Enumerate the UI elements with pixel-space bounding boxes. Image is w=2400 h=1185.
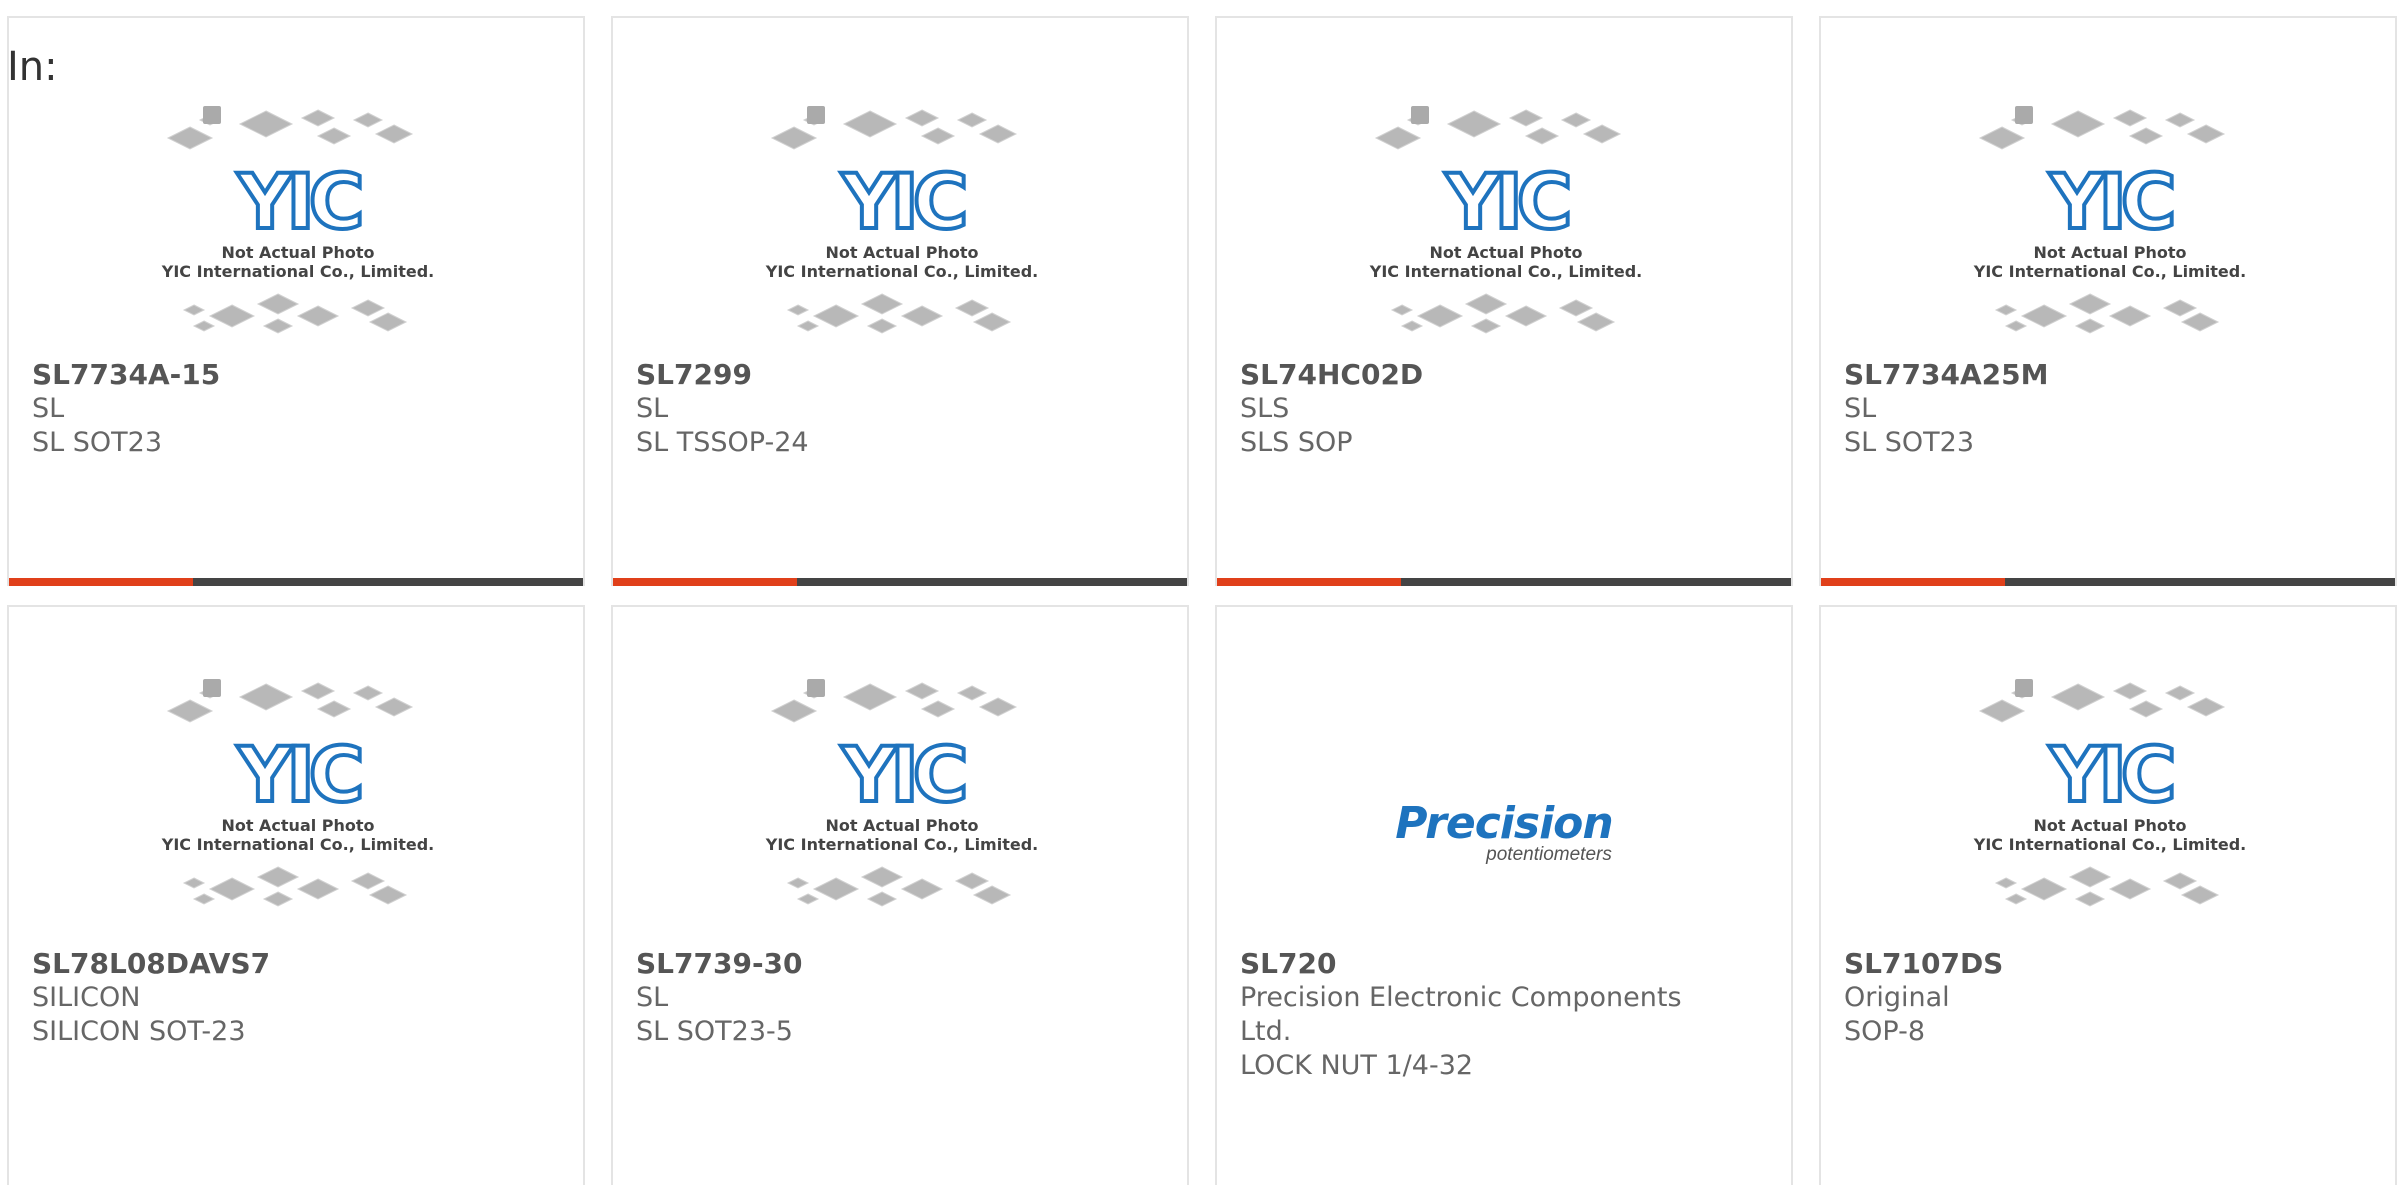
description: LOCK NUT 1/4-32 [1240,1050,1474,1081]
card-footer-bar [1821,578,2395,586]
placeholder-caption: Not Actual Photo [221,243,374,262]
part-number[interactable]: SL720 [1240,947,1771,981]
product-card[interactable]: YIC Not Actual Photo YIC International Co.… [611,16,1189,586]
chip-cluster-bottom [1390,293,1616,334]
chip-cluster-top [1978,106,2226,150]
card-accent-bar [1217,578,1401,586]
product-grid: YIC Not Actual Photo YIC International Co.… [0,0,2400,1185]
package: SL SOT23 [32,427,163,458]
package: SL SOT23-5 [636,1016,793,1047]
chip-cluster-top [166,106,414,150]
product-card[interactable]: YIC Not Actual Photo YIC International Co.… [1215,16,1793,586]
yic-logo: YIC [1444,157,1567,246]
placeholder-caption: Not Actual Photo [2033,243,2186,262]
placeholder-company: YIC International Co., Limited. [1973,262,2246,281]
package: SILICON SOT-23 [32,1016,246,1047]
manufacturer: SL [636,393,669,424]
manufacturer: Original [1844,982,1950,1013]
product-photo-placeholder[interactable]: YIC Not Actual Photo YIC International Co.… [1217,104,1791,364]
package: SL TSSOP-24 [636,427,809,458]
chip-cluster-top [770,679,1018,723]
part-number[interactable]: SL7299 [636,358,1167,392]
chip-cluster-top [1978,679,2226,723]
product-card[interactable]: YIC Not Actual Photo YIC International Co.… [7,605,585,1185]
yic-logo: YIC [2048,157,2171,246]
yic-logo: YIC [840,157,963,246]
chip-cluster-bottom [182,866,408,907]
yic-logo: YIC [236,730,359,819]
section-heading: In: [7,44,58,90]
manufacturer-cont: Ltd. [1240,1016,1292,1047]
chip-cluster-top [1374,106,1622,150]
product-photo-placeholder[interactable]: YIC Not Actual Photo YIC International Co.… [613,104,1187,364]
placeholder-company: YIC International Co., Limited. [1369,262,1642,281]
manufacturer: SILICON [32,982,141,1013]
yic-logo: YIC [236,157,359,246]
placeholder-company: YIC International Co., Limited. [765,835,1038,854]
product-photo-placeholder[interactable]: YIC Not Actual Photo YIC International Co.… [1821,677,2395,937]
part-number[interactable]: SL7734A-15 [32,358,563,392]
placeholder-company: YIC International Co., Limited. [161,262,434,281]
part-number[interactable]: SL7734A25M [1844,358,2375,392]
chip-cluster-bottom [1994,293,2220,334]
package: SL SOT23 [1844,427,1975,458]
package: SLS SOP [1240,427,1353,458]
yic-logo: YIC [840,730,963,819]
product-photo-placeholder[interactable]: YIC Not Actual Photo YIC International Co.… [1821,104,2395,364]
precision-logo-word: Precision [1395,798,1613,849]
placeholder-caption: Not Actual Photo [825,816,978,835]
chip-cluster-bottom [182,293,408,334]
card-accent-bar [9,578,193,586]
manufacturer: SL [636,982,669,1013]
card-accent-bar [1821,578,2005,586]
chip-cluster-bottom [786,293,1012,334]
placeholder-company: YIC International Co., Limited. [765,262,1038,281]
manufacturer: SL [32,393,65,424]
card-footer-bar [9,578,583,586]
yic-logo: YIC [2048,730,2171,819]
card-footer-bar [1217,578,1791,586]
part-number[interactable]: SL7107DS [1844,947,2375,981]
card-footer-bar [613,578,1187,586]
chip-cluster-bottom [1994,866,2220,907]
manufacturer: SL [1844,393,1877,424]
placeholder-caption: Not Actual Photo [825,243,978,262]
manufacturer: SLS [1240,393,1290,424]
placeholder-caption: Not Actual Photo [221,816,374,835]
chip-cluster-top [770,106,1018,150]
chip-cluster-bottom [786,866,1012,907]
chip-cluster-top [166,679,414,723]
placeholder-company: YIC International Co., Limited. [161,835,434,854]
product-card[interactable]: YIC Not Actual Photo YIC International Co.… [7,16,585,586]
product-card[interactable]: YIC Not Actual Photo YIC International Co.… [1819,16,2397,586]
placeholder-caption: Not Actual Photo [1429,243,1582,262]
card-accent-bar [613,578,797,586]
precision-logo-sub: potentiometers [1486,844,1612,865]
placeholder-company: YIC International Co., Limited. [1973,835,2246,854]
precision-logo-image[interactable]: Precision potentiometers [1217,677,1791,937]
product-photo-placeholder[interactable]: YIC Not Actual Photo YIC International Co.… [9,677,583,937]
product-card[interactable]: YIC Not Actual Photo YIC International Co.… [611,605,1189,1185]
part-number[interactable]: SL7739-30 [636,947,1167,981]
manufacturer: Precision Electronic Components [1240,982,1682,1013]
placeholder-caption: Not Actual Photo [2033,816,2186,835]
part-number[interactable]: SL74HC02D [1240,358,1771,392]
product-card[interactable]: Precision potentiometers SL720 Precision… [1215,605,1793,1185]
product-card[interactable]: YIC Not Actual Photo YIC International Co.… [1819,605,2397,1185]
product-photo-placeholder[interactable]: YIC Not Actual Photo YIC International Co.… [613,677,1187,937]
product-photo-placeholder[interactable]: YIC Not Actual Photo YIC International Co.… [9,104,583,364]
part-number[interactable]: SL78L08DAVS7 [32,947,563,981]
package: SOP-8 [1844,1016,1925,1047]
